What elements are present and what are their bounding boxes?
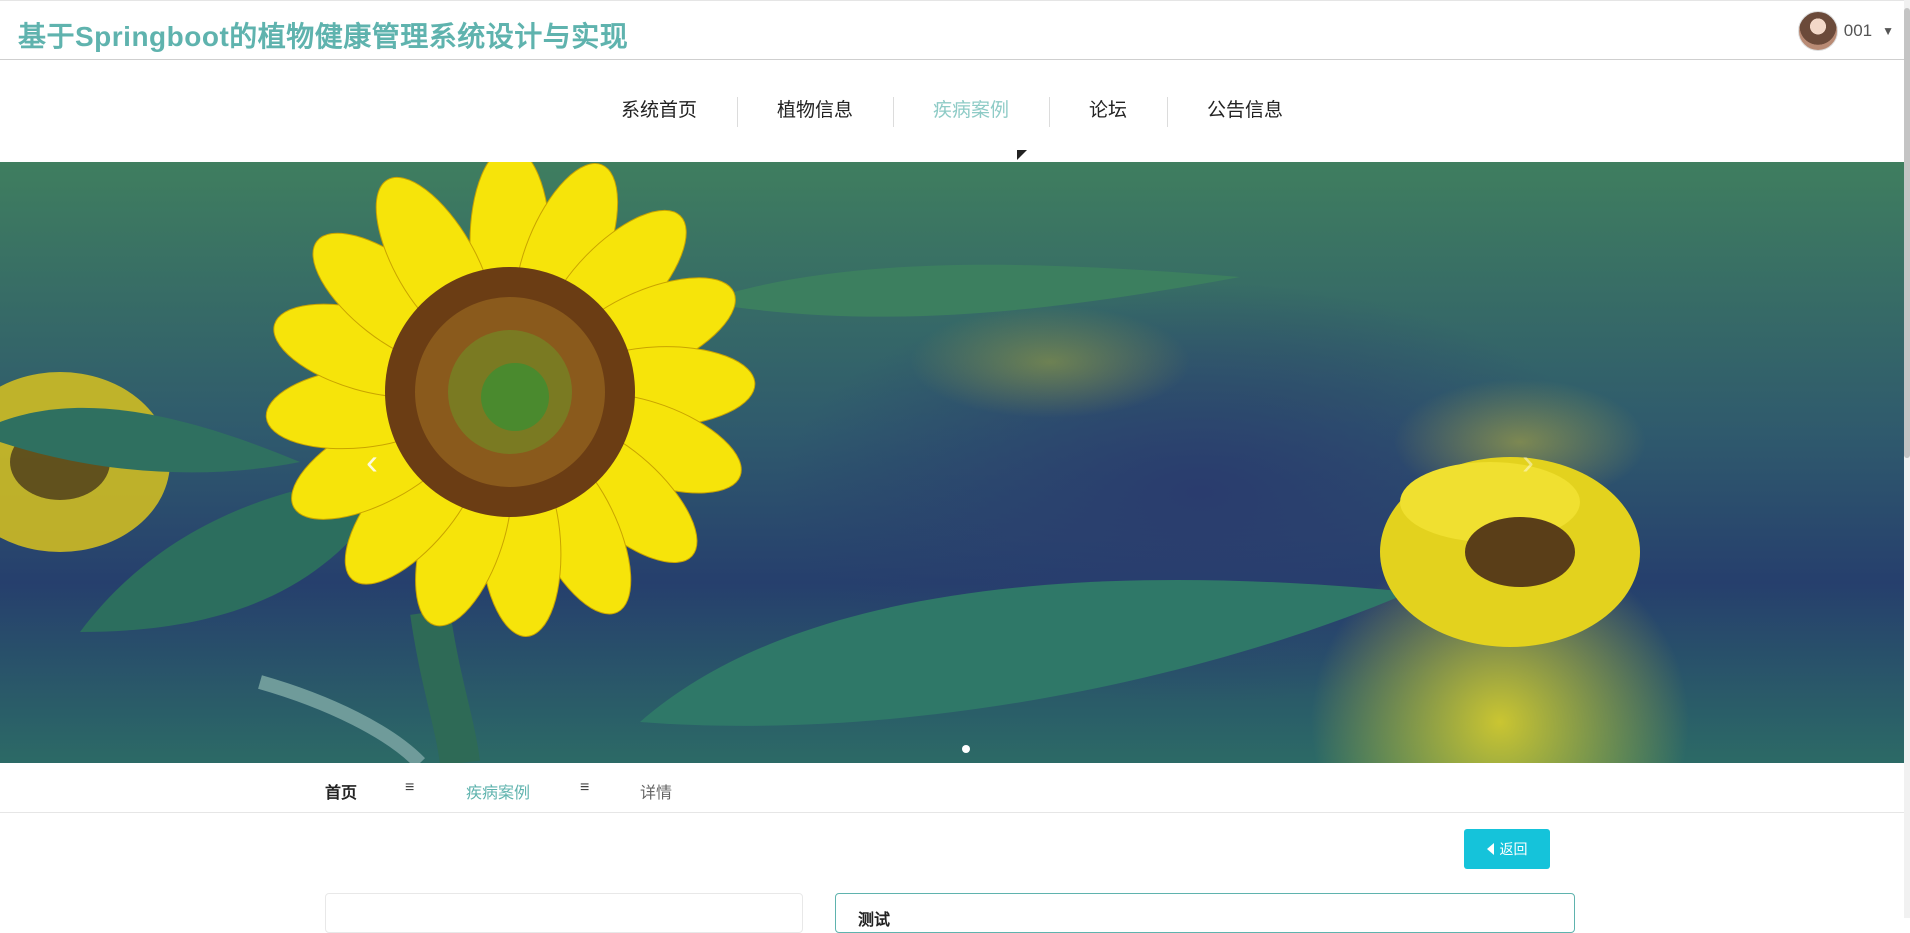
back-button-label: 返回 — [1499, 841, 1528, 857]
breadcrumb-current: 详情 — [640, 785, 673, 802]
nav-item-forum[interactable]: 论坛 — [1049, 95, 1167, 127]
carousel-prev-arrow-icon[interactable]: ‹ — [352, 442, 392, 482]
site-title: 基于Springboot的植物健康管理系统设计与实现 — [18, 21, 629, 52]
nav-item-announcements[interactable]: 公告信息 — [1167, 95, 1323, 127]
avatar[interactable] — [1797, 11, 1838, 51]
sunflower-banner-image — [0, 162, 1640, 763]
breadcrumb-separator-icon: ≡ — [580, 779, 590, 796]
breadcrumb-home[interactable]: 首页 — [325, 779, 357, 803]
detail-info-panel: 测试 — [835, 893, 1575, 933]
nav-item-plant-info[interactable]: 植物信息 — [736, 95, 893, 127]
main-nav: 系统首页 植物信息 疾病案例 论坛 公告信息 — [0, 60, 1904, 162]
username[interactable]: 001 — [1844, 21, 1872, 41]
caret-left-icon — [1486, 843, 1494, 855]
detail-image-panel — [325, 893, 803, 933]
page-scrollbar[interactable] — [1904, 0, 1910, 918]
banner-carousel[interactable]: ‹ › — [0, 162, 1904, 763]
carousel-indicators — [962, 745, 970, 753]
breadcrumb-category[interactable]: 疾病案例 — [466, 779, 530, 803]
carousel-next-arrow-icon[interactable]: › — [1508, 442, 1548, 482]
caret-down-icon[interactable]: ▼ — [1882, 24, 1894, 38]
back-button[interactable]: 返回 — [1464, 829, 1550, 869]
top-bar: 基于Springboot的植物健康管理系统设计与实现 001 ▼ — [0, 0, 1904, 60]
scrollbar-thumb[interactable] — [1904, 8, 1910, 458]
nav-item-home[interactable]: 系统首页 — [581, 95, 737, 127]
nav-item-disease-cases[interactable]: 疾病案例 — [892, 95, 1049, 127]
breadcrumb: 首页 ≡ 疾病案例 ≡ 详情 — [0, 763, 1904, 813]
detail-title: 测试 — [858, 912, 891, 929]
user-menu[interactable]: 001 ▼ — [1797, 11, 1894, 51]
breadcrumb-separator-icon: ≡ — [405, 779, 415, 796]
mouse-cursor-icon — [1017, 150, 1027, 160]
carousel-dot[interactable] — [962, 745, 970, 753]
